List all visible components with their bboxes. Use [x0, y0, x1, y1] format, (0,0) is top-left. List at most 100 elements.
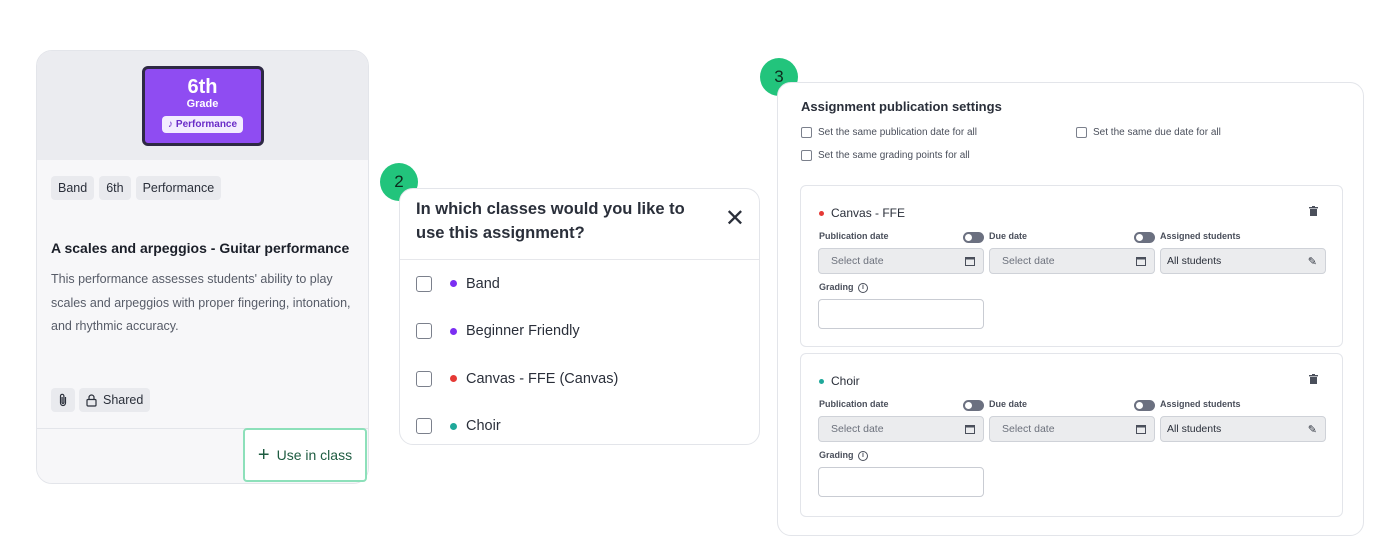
same-publication-checkbox[interactable] — [801, 127, 812, 138]
publication-date-label: Publication date — [819, 399, 889, 409]
pencil-icon: ✎ — [1307, 255, 1317, 268]
grade-pill: ♪ Performance — [161, 115, 244, 133]
grading-label-text: Grading — [819, 450, 854, 460]
shared-chip: Shared — [79, 388, 151, 412]
assignment-card: 6th Grade ♪ Performance Band 6th Perform… — [36, 50, 369, 484]
assigned-students-label: Assigned students — [1160, 231, 1241, 241]
use-in-class-label: Use in class — [276, 447, 353, 463]
class-label: Canvas - FFE (Canvas) — [466, 370, 619, 387]
same-due-checkbox[interactable] — [1076, 127, 1087, 138]
same-due-label: Set the same due date for all — [1093, 127, 1221, 138]
publication-date-toggle[interactable] — [963, 232, 984, 243]
shared-label: Shared — [103, 393, 144, 407]
same-publication-label: Set the same publication date for all — [818, 127, 977, 138]
card-description: This performance assesses students' abil… — [51, 272, 351, 333]
publication-settings-panel: Assignment publication settings Set the … — [777, 82, 1364, 536]
calendar-icon — [1136, 257, 1146, 266]
publication-date-value: Select date — [831, 255, 884, 267]
tag-list: Band 6th Performance — [51, 176, 354, 200]
due-date-field[interactable]: Select date — [989, 416, 1155, 442]
same-publication-option[interactable]: Set the same publication date for all — [801, 127, 977, 138]
grade-word: Grade — [186, 97, 219, 110]
class-color-dot — [450, 327, 457, 335]
same-grading-option[interactable]: Set the same grading points for all — [801, 150, 970, 161]
class-option-band[interactable]: Band — [400, 260, 759, 308]
card-hero: 6th Grade ♪ Performance — [37, 51, 368, 160]
class-checkbox[interactable] — [416, 370, 432, 387]
trash-icon[interactable] — [1309, 206, 1318, 216]
class-label: Choir — [466, 418, 501, 435]
tag: Performance — [135, 176, 222, 200]
class-label: Band — [466, 275, 500, 292]
dialog-header: In which classes would you like to use t… — [400, 189, 759, 260]
tag: 6th — [99, 176, 131, 200]
publication-date-label: Publication date — [819, 231, 889, 241]
due-date-label: Due date — [989, 231, 1028, 241]
class-option-choir[interactable]: Choir — [400, 403, 759, 445]
class-label: Beginner Friendly — [466, 323, 580, 340]
class-color-dot — [819, 378, 824, 384]
publication-date-toggle[interactable] — [963, 400, 984, 411]
calendar-icon — [965, 425, 975, 434]
grading-input[interactable] — [818, 299, 984, 329]
class-checkbox[interactable] — [416, 275, 432, 292]
grade-pill-label: Performance — [175, 118, 238, 130]
class-color-dot — [450, 422, 457, 430]
due-date-value: Select date — [1002, 423, 1055, 435]
same-grading-checkbox[interactable] — [801, 150, 812, 161]
assigned-students-field[interactable]: All students ✎ — [1160, 248, 1326, 274]
class-name: Choir — [819, 374, 860, 388]
grading-input[interactable] — [818, 467, 984, 497]
publication-date-value: Select date — [831, 423, 884, 435]
grade-badge: 6th Grade ♪ Performance — [141, 65, 264, 146]
class-name: Canvas - FFE — [819, 206, 905, 220]
class-name-label: Canvas - FFE — [831, 206, 906, 220]
class-option-canvas-ffe[interactable]: Canvas - FFE (Canvas) — [400, 355, 759, 403]
lock-icon — [86, 393, 97, 407]
plus-icon: + — [257, 444, 270, 466]
class-settings-card: Canvas - FFE Publication date Due date A… — [800, 185, 1343, 347]
publication-date-field[interactable]: Select date — [818, 248, 984, 274]
card-title: A scales and arpeggios - Guitar performa… — [51, 240, 350, 256]
publication-date-field[interactable]: Select date — [818, 416, 984, 442]
class-checkbox[interactable] — [416, 323, 432, 340]
same-grading-label: Set the same grading points for all — [818, 150, 970, 161]
music-note-icon: ♪ — [167, 118, 173, 130]
use-in-class-button[interactable]: + Use in class — [243, 428, 367, 482]
class-list: Band Beginner Friendly Canvas - FFE (Can… — [400, 260, 759, 445]
calendar-icon — [1136, 425, 1146, 434]
class-option-beginner-friendly[interactable]: Beginner Friendly — [400, 308, 759, 356]
pencil-icon: ✎ — [1307, 423, 1317, 436]
due-date-label: Due date — [989, 399, 1028, 409]
trash-icon[interactable] — [1309, 374, 1318, 384]
same-due-option[interactable]: Set the same due date for all — [1076, 127, 1221, 138]
assigned-students-field[interactable]: All students ✎ — [1160, 416, 1326, 442]
assigned-students-value: All students — [1167, 255, 1222, 267]
settings-title: Assignment publication settings — [801, 99, 1002, 114]
grading-label: Grading i — [819, 282, 869, 293]
info-icon[interactable]: i — [858, 450, 869, 461]
grading-label: Grading i — [819, 450, 869, 461]
class-selection-dialog: In which classes would you like to use t… — [399, 188, 760, 445]
due-date-field[interactable]: Select date — [989, 248, 1155, 274]
close-icon[interactable]: ✕ — [725, 207, 745, 231]
grading-label-text: Grading — [819, 282, 854, 292]
assigned-students-value: All students — [1167, 423, 1222, 435]
grade-number: 6th — [187, 75, 218, 98]
assigned-students-label: Assigned students — [1160, 399, 1241, 409]
class-color-dot — [450, 280, 457, 288]
card-body: Band 6th Performance A scales and arpegg… — [37, 160, 368, 428]
dialog-title: In which classes would you like to use t… — [416, 200, 685, 242]
class-color-dot — [819, 210, 824, 216]
paperclip-icon — [59, 393, 67, 407]
card-meta: Shared — [51, 388, 151, 412]
class-checkbox[interactable] — [416, 418, 432, 435]
due-date-toggle[interactable] — [1134, 400, 1155, 411]
class-color-dot — [450, 375, 457, 383]
due-date-toggle[interactable] — [1134, 232, 1155, 243]
attachment-chip[interactable] — [51, 388, 75, 412]
due-date-value: Select date — [1002, 255, 1055, 267]
info-icon[interactable]: i — [858, 282, 869, 293]
calendar-icon — [965, 257, 975, 266]
class-name-label: Choir — [831, 374, 860, 388]
